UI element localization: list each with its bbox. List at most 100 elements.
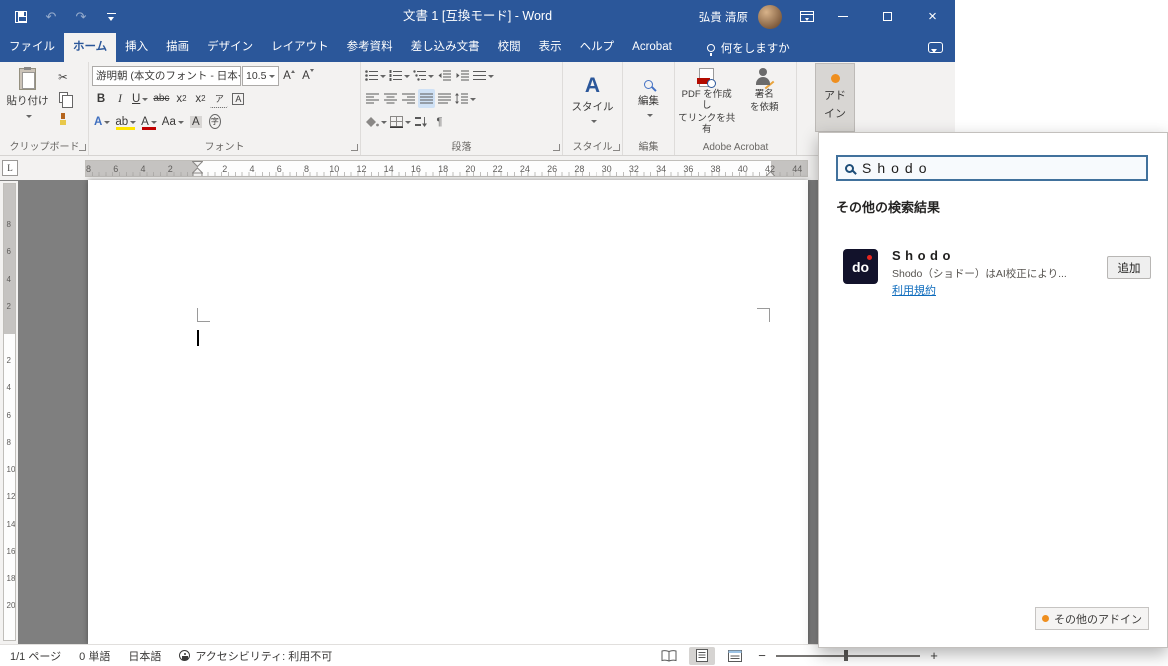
maximize-button[interactable] <box>865 0 910 33</box>
tab-draw[interactable]: 描画 <box>157 33 198 62</box>
web-layout-button[interactable] <box>722 647 748 665</box>
font-color-button[interactable]: A <box>139 112 159 131</box>
document-area[interactable] <box>0 180 955 644</box>
account-name[interactable]: 弘貴 清原 <box>699 9 748 25</box>
line-spacing-button[interactable] <box>454 89 477 108</box>
styles-button[interactable]: A スタイル <box>566 64 619 136</box>
avatar[interactable] <box>758 4 782 29</box>
increase-indent-button[interactable] <box>454 66 471 85</box>
font-name-combobox[interactable]: 游明朝 (本文のフォント - 日本 <box>92 65 241 86</box>
tab-view[interactable]: 表示 <box>530 33 571 62</box>
paragraph-dialog-launcher[interactable] <box>553 144 560 151</box>
chevron-down-icon <box>380 74 386 81</box>
shading-button[interactable] <box>364 112 388 131</box>
justify-button[interactable] <box>418 89 435 108</box>
clipboard-dialog-launcher[interactable] <box>79 144 86 151</box>
tab-references[interactable]: 参考資料 <box>338 33 402 62</box>
highlight-color-button[interactable]: ab <box>113 112 138 131</box>
tab-insert[interactable]: 挿入 <box>116 33 157 62</box>
tell-me[interactable]: 何をしますか <box>695 33 802 62</box>
asian-layout-button[interactable] <box>472 66 495 85</box>
zoom-in-button[interactable]: + <box>927 648 941 663</box>
close-button[interactable]: × <box>910 0 955 33</box>
sort-button[interactable] <box>413 112 430 131</box>
change-case-label: Aa <box>161 115 176 128</box>
redo-button[interactable]: ↷ <box>68 4 94 30</box>
language-indicator[interactable]: 日本語 <box>128 648 161 664</box>
group-adobe-acrobat: PDF を作成し てリンクを共有 署名 を依頼 Adobe Acrobat <box>675 62 797 155</box>
bold-button[interactable]: B <box>92 89 110 108</box>
document-page[interactable] <box>88 180 808 644</box>
zoom-slider[interactable] <box>776 650 920 661</box>
borders-button[interactable] <box>389 112 412 131</box>
character-shading-button[interactable]: A <box>187 112 205 131</box>
format-painter-button[interactable] <box>54 109 72 128</box>
addin-search-box[interactable] <box>836 155 1148 181</box>
undo-button[interactable]: ↶ <box>38 4 64 30</box>
copy-button[interactable] <box>54 88 73 108</box>
indent-markers[interactable] <box>192 161 203 177</box>
superscript-button[interactable]: x2 <box>191 89 209 108</box>
tab-home[interactable]: ホーム <box>64 33 117 62</box>
addin-result-item[interactable]: do Shodo Shodo（ショドー）はAI校正により... 利用規約 追加 <box>819 241 1167 303</box>
subscript-button[interactable]: x2 <box>172 89 190 108</box>
multilevel-list-button[interactable] <box>412 66 435 85</box>
align-left-button[interactable] <box>364 89 381 108</box>
bullets-button[interactable] <box>364 66 387 85</box>
tab-mailings[interactable]: 差し込み文書 <box>402 33 489 62</box>
sort-icon <box>415 117 427 127</box>
ruby-button[interactable]: ア <box>210 89 229 108</box>
tab-review[interactable]: 校閲 <box>489 33 530 62</box>
right-indent-marker[interactable] <box>765 171 776 177</box>
shrink-font-button[interactable]: A <box>299 66 317 85</box>
align-right-button[interactable] <box>400 89 417 108</box>
maximize-icon <box>883 12 892 21</box>
print-layout-button[interactable] <box>689 646 715 665</box>
add-addin-button[interactable]: 追加 <box>1107 256 1151 279</box>
comments-button[interactable] <box>915 33 955 62</box>
minimize-button[interactable] <box>820 0 865 33</box>
enclose-characters-button[interactable]: A <box>229 89 247 108</box>
change-case-button[interactable]: Aa <box>160 112 186 131</box>
cut-button[interactable]: ✂ <box>54 67 72 86</box>
ribbon-display-options-button[interactable] <box>794 4 820 30</box>
tab-acrobat[interactable]: Acrobat <box>623 33 681 62</box>
align-center-button[interactable] <box>382 89 399 108</box>
request-signatures-button[interactable]: 署名 を依頼 <box>736 64 794 138</box>
addin-search-input[interactable] <box>862 160 1139 176</box>
read-mode-button[interactable] <box>656 647 682 665</box>
zoom-slider-thumb[interactable] <box>844 650 848 661</box>
tab-design[interactable]: デザイン <box>198 33 262 62</box>
font-dialog-launcher[interactable] <box>351 144 358 151</box>
distribute-button[interactable] <box>436 89 453 108</box>
page-indicator[interactable]: 1/1 ページ <box>10 648 61 664</box>
strikethrough-button[interactable]: abc <box>151 89 171 108</box>
addins-button[interactable]: アド イン <box>815 63 855 132</box>
ruler-number: 28 <box>574 163 585 174</box>
more-addins-button[interactable]: その他のアドイン <box>1035 607 1149 630</box>
italic-button[interactable]: I <box>111 89 129 108</box>
enclose-character-button[interactable]: 字 <box>206 112 224 131</box>
terms-link[interactable]: 利用規約 <box>892 282 936 298</box>
tab-file[interactable]: ファイル <box>0 33 64 62</box>
text-effects-button[interactable]: A <box>92 112 112 131</box>
create-pdf-share-button[interactable]: PDF を作成し てリンクを共有 <box>678 64 736 138</box>
shrink-font-label: A <box>302 69 310 82</box>
paste-button[interactable]: 貼り付け <box>4 64 51 138</box>
accessibility-checker[interactable]: アクセシビリティ: 利用不可 <box>179 648 332 664</box>
decrease-indent-button[interactable] <box>436 66 453 85</box>
tab-layout[interactable]: レイアウト <box>262 33 338 62</box>
tab-selector[interactable]: L <box>2 160 18 176</box>
styles-dialog-launcher[interactable] <box>613 144 620 151</box>
customize-qat-button[interactable] <box>98 4 124 30</box>
underline-button[interactable]: U <box>130 89 150 108</box>
show-formatting-marks-button[interactable]: ¶ <box>431 112 448 131</box>
grow-font-button[interactable]: A <box>280 66 298 85</box>
tab-help[interactable]: ヘルプ <box>571 33 624 62</box>
font-size-combobox[interactable]: 10.5 <box>242 65 279 86</box>
save-button[interactable] <box>8 4 34 30</box>
zoom-out-button[interactable]: − <box>755 648 769 663</box>
editing-button[interactable]: 編集 <box>626 64 671 136</box>
word-count[interactable]: 0 単語 <box>79 648 110 664</box>
numbering-button[interactable] <box>388 66 411 85</box>
